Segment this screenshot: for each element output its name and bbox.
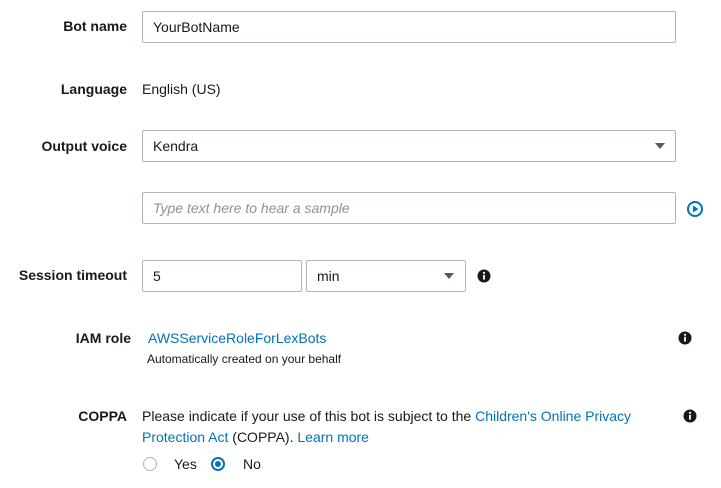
language-value: English (US) bbox=[142, 81, 221, 97]
info-icon[interactable] bbox=[683, 409, 697, 423]
iam-role-link[interactable]: AWSServiceRoleForLexBots bbox=[148, 330, 326, 346]
language-label: Language bbox=[60, 81, 127, 97]
coppa-text-1: Please indicate if your use of this bot … bbox=[142, 408, 472, 424]
bot-name-label: Bot name bbox=[63, 18, 127, 34]
bot-name-input[interactable]: YourBotName bbox=[142, 11, 676, 43]
play-icon[interactable] bbox=[687, 201, 703, 217]
coppa-link[interactable]: Children's Online Privacy bbox=[475, 408, 631, 424]
chevron-down-icon bbox=[655, 143, 665, 149]
info-icon[interactable] bbox=[477, 269, 491, 283]
chevron-down-icon bbox=[444, 273, 454, 279]
session-timeout-unit-select[interactable]: min bbox=[306, 260, 466, 292]
coppa-yes-label[interactable]: Yes bbox=[174, 456, 197, 472]
sample-text-input[interactable]: Type text here to hear a sample bbox=[142, 192, 676, 224]
coppa-yes-radio[interactable] bbox=[143, 457, 157, 471]
learn-more-link[interactable]: Learn more bbox=[297, 429, 369, 445]
output-voice-select[interactable]: Kendra bbox=[142, 130, 676, 162]
output-voice-selected-value: Kendra bbox=[153, 138, 199, 154]
session-timeout-input[interactable]: 5 bbox=[142, 260, 302, 292]
coppa-text-2: (COPPA). bbox=[232, 429, 294, 445]
coppa-no-radio[interactable] bbox=[211, 457, 225, 471]
session-timeout-label: Session timeout bbox=[18, 267, 127, 283]
coppa-no-label[interactable]: No bbox=[243, 456, 261, 472]
coppa-label: COPPA bbox=[78, 408, 127, 424]
output-voice-label: Output voice bbox=[41, 138, 127, 154]
info-icon[interactable] bbox=[678, 331, 692, 345]
session-timeout-unit-value: min bbox=[317, 268, 340, 284]
coppa-link-continued[interactable]: Protection Act bbox=[142, 429, 228, 445]
coppa-description-line-2: Protection Act (COPPA). Learn more bbox=[142, 429, 369, 445]
coppa-description-line-1: Please indicate if your use of this bot … bbox=[142, 408, 631, 424]
iam-role-note: Automatically created on your behalf bbox=[147, 352, 342, 366]
iam-role-label: IAM role bbox=[75, 330, 131, 346]
